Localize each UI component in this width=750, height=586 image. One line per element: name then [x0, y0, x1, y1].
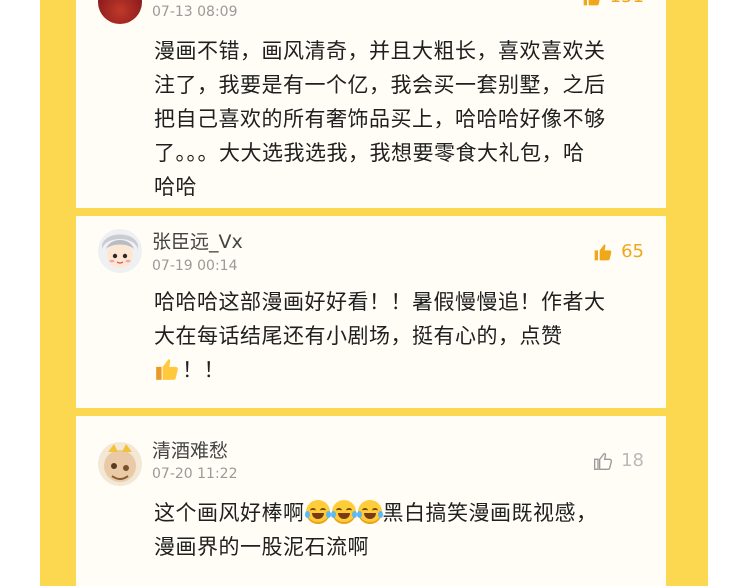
comment-line: ！！: [154, 353, 654, 392]
avatar[interactable]: [98, 442, 142, 486]
comment-line: 把自己喜欢的所有奢饰品买上，哈哈哈好像不够: [154, 107, 606, 131]
thumbs-up-icon: [594, 244, 612, 260]
username[interactable]: 张臣远_Vx: [152, 230, 243, 254]
comment-card: 张臣远_Vx 07-19 00:14 65 哈哈哈这部漫画好好看！！暑假慢慢追！…: [76, 216, 666, 408]
comment-line: 漫画不错，画风清奇，并且大粗长，喜欢喜欢关: [154, 39, 606, 63]
tears-of-joy-emoji-icon: [304, 500, 331, 524]
like-count: 65: [621, 241, 644, 262]
comment-time: 07-13 08:09: [152, 4, 238, 20]
tears-of-joy-emoji-icon: [356, 500, 383, 524]
like-count: 151: [610, 0, 644, 7]
comment-card: 清酒难愁 07-20 11:22 18 这个画风好棒啊 黑白搞笑漫画既视感， 漫画…: [76, 416, 666, 586]
thumbs-up-emoji-icon: [154, 356, 180, 392]
like-button[interactable]: 151: [582, 0, 644, 7]
like-button[interactable]: 65: [593, 241, 644, 262]
comment-text: 哈哈哈这部漫画好好看！！暑假慢慢追！作者大 大在每话结尾还有小剧场，挺有心的，点…: [154, 285, 654, 392]
comment-prefix: 这个画风好棒啊: [154, 501, 305, 525]
comment-suffix: 黑白搞笑漫画既视感，: [382, 501, 598, 525]
tears-of-joy-emoji-icon: [330, 500, 357, 524]
avatar[interactable]: [98, 229, 142, 273]
comment-time: 07-20 11:22: [152, 466, 238, 482]
avatar[interactable]: [98, 0, 142, 24]
comment-card: 07-13 08:09 151 漫画不错，画风清奇，并且大粗长，喜欢喜欢关 注了…: [76, 0, 666, 208]
thumbs-up-outline-icon: [594, 452, 613, 470]
comment-line: 注了，我要是有一个亿，我会买一套别墅，之后: [154, 73, 606, 97]
thumbs-up-icon: [583, 0, 600, 5]
comment-line: 漫画界的一股泥石流啊: [154, 535, 369, 559]
username[interactable]: 清酒难愁: [152, 439, 228, 463]
comment-text: 漫画不错，画风清奇，并且大粗长，喜欢喜欢关 注了，我要是有一个亿，我会买一套别墅…: [154, 34, 654, 204]
comment-tail: ！！: [182, 358, 225, 382]
comment-line: 哈哈: [154, 175, 197, 199]
comment-line: 这个画风好棒啊 黑白搞笑漫画既视感，: [154, 496, 654, 530]
like-count: 18: [621, 450, 644, 471]
comment-text: 这个画风好棒啊 黑白搞笑漫画既视感， 漫画界的一股泥石流啊: [154, 496, 654, 564]
comment-line: 哈哈哈这部漫画好好看！！暑假慢慢追！作者大: [154, 290, 606, 314]
comment-time: 07-19 00:14: [152, 258, 238, 274]
avatar-illustration: [104, 444, 136, 482]
comment-line: 大在每话结尾还有小剧场，挺有心的，点赞: [154, 324, 563, 348]
avatar-illustration: [102, 234, 138, 268]
comment-line: 了。。。大大选我选我，我想要零食大礼包，哈: [154, 141, 585, 165]
like-button[interactable]: 18: [593, 450, 644, 471]
